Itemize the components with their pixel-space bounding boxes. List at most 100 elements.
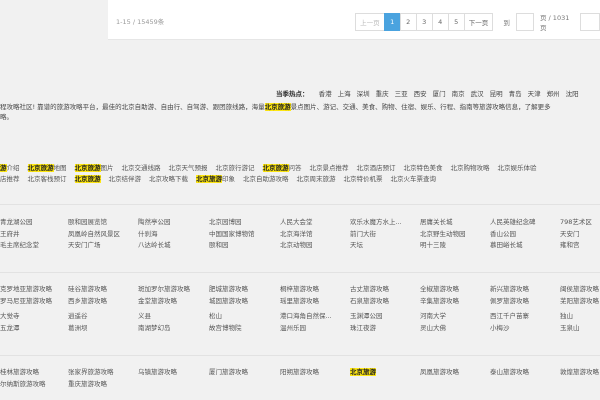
related-link[interactable]: 北京周末旅游	[297, 175, 336, 183]
prev-page-button[interactable]: 上一页	[355, 13, 385, 31]
hot-city-link[interactable]: 南京	[452, 90, 465, 98]
related-link[interactable]: 北京客栈预订	[28, 175, 67, 183]
related-link[interactable]: 北京交通线路	[122, 164, 161, 172]
related-link[interactable]: 北京景点推荐	[310, 164, 349, 172]
spot-link[interactable]: 松山	[209, 310, 222, 320]
spot-link[interactable]: 逍遥谷	[68, 310, 88, 320]
related-link[interactable]: 北京自助游攻略	[243, 175, 289, 183]
attraction-link[interactable]: 明十三陵	[420, 239, 446, 249]
hot-city-link[interactable]: 香港	[319, 90, 332, 98]
related-link[interactable]: 北京火车票查询	[391, 175, 437, 183]
page-button-1[interactable]: 1	[383, 13, 401, 31]
attraction-link[interactable]: 人民大会堂	[280, 216, 313, 226]
attraction-link[interactable]: 凤凰岭自然风景区	[68, 228, 120, 238]
guide-link[interactable]: 桐梓旅游攻略	[280, 283, 319, 293]
attraction-link[interactable]: 青龙湖公园	[0, 216, 33, 226]
hot-city-link[interactable]: 厦门	[433, 90, 446, 98]
spot-link[interactable]: 玉泉山	[560, 322, 580, 332]
guide-link[interactable]: 斑加罗尔旅游攻略	[138, 283, 190, 293]
spot-link[interactable]: 珠江夜游	[350, 322, 376, 332]
attraction-link[interactable]: 王府井	[0, 228, 20, 238]
hot-city-link[interactable]: 天津	[528, 90, 541, 98]
hot-city-link[interactable]: 上海	[338, 90, 351, 98]
attraction-link[interactable]: 前门大街	[350, 228, 376, 238]
page-button-4[interactable]: 4	[431, 13, 449, 31]
spot-link[interactable]: 玉渊潭公园	[350, 310, 383, 320]
spot-link[interactable]: 灵山大佛	[420, 322, 446, 332]
spot-link[interactable]: 故宫博物院	[209, 322, 242, 332]
related-link[interactable]: 北京攻略下载	[149, 175, 188, 183]
guide-link[interactable]: 张家界旅游攻略	[68, 366, 114, 376]
guide-link[interactable]: 硅谷旅游攻略	[68, 283, 107, 293]
guide-link[interactable]: 阳朔旅游攻略	[280, 366, 319, 376]
guide-link[interactable]: 敦煌旅游攻略	[560, 366, 599, 376]
attraction-link[interactable]: 天安门广场	[68, 239, 101, 249]
attraction-link[interactable]: 居庸关长城	[420, 216, 453, 226]
guide-link[interactable]: 肥城旅游攻略	[209, 283, 248, 293]
related-link[interactable]: 北京酒店预订	[357, 164, 396, 172]
guide-link[interactable]: 西乡旅游攻略	[68, 295, 107, 305]
guide-link[interactable]: 金堂旅游攻略	[138, 295, 177, 305]
related-link[interactable]: 北京旅游问答	[262, 164, 302, 172]
attraction-link[interactable]: 什刹海	[138, 228, 158, 238]
guide-link[interactable]: 佩罗旅游攻略	[490, 295, 529, 305]
page-button-3[interactable]: 3	[415, 13, 433, 31]
related-link[interactable]: 北京特色美食	[404, 164, 443, 172]
attraction-link[interactable]: 北京野生动物园	[420, 228, 466, 238]
attraction-link[interactable]: 北京动物园	[280, 239, 313, 249]
related-link[interactable]: 北京结伴游	[109, 175, 142, 183]
hot-city-link[interactable]: 西安	[414, 90, 427, 98]
guide-link[interactable]: 全椒旅游攻略	[420, 283, 459, 293]
guide-link[interactable]: 重庆旅游攻略	[68, 378, 107, 388]
spot-link[interactable]: 西江千户苗寨	[490, 310, 529, 320]
related-link[interactable]: 北京旅游	[74, 175, 101, 183]
attraction-link[interactable]: 北京园博园	[209, 216, 242, 226]
hot-city-link[interactable]: 三亚	[395, 90, 408, 98]
related-link[interactable]: 北京天气预报	[169, 164, 208, 172]
related-link[interactable]: 北京购物攻略	[451, 164, 490, 172]
spot-link[interactable]: 温州乐园	[280, 322, 306, 332]
attraction-link[interactable]: 慕田峪长城	[490, 239, 523, 249]
guide-link[interactable]: 尔纳斯旅游攻略	[0, 378, 46, 388]
spot-link[interactable]: 港口海角自然保...	[280, 310, 332, 320]
attraction-link[interactable]: 中国国家博物馆	[209, 228, 255, 238]
related-link[interactable]: 北京旅游印象	[196, 175, 235, 183]
related-link[interactable]: 北京娱乐体验	[498, 164, 537, 172]
spot-link[interactable]: 独山	[560, 310, 573, 320]
hot-city-link[interactable]: 重庆	[376, 90, 389, 98]
attraction-link[interactable]: 颐和园展览馆	[68, 216, 107, 226]
hot-city-link[interactable]: 沈阳	[566, 90, 579, 98]
hot-city-link[interactable]: 昆明	[490, 90, 503, 98]
related-link[interactable]: 北京旅游图片	[74, 164, 114, 172]
guide-link[interactable]: 新兴旅游攻略	[490, 283, 529, 293]
attraction-link[interactable]: 毛主席纪念堂	[0, 239, 39, 249]
guide-link[interactable]: 乌镇旅游攻略	[138, 366, 177, 376]
spot-link[interactable]: 小梅沙	[490, 322, 510, 332]
guide-link[interactable]: 厦门旅游攻略	[209, 366, 248, 376]
go-button[interactable]	[580, 13, 600, 31]
attraction-link[interactable]: 陶然亭公园	[138, 216, 171, 226]
spot-link[interactable]: 河南大学	[420, 310, 446, 320]
spot-link[interactable]: 五龙潭	[0, 322, 20, 332]
related-link[interactable]: 北京旅游地图	[27, 164, 67, 172]
attraction-link[interactable]: 天坛	[350, 239, 363, 249]
related-link[interactable]: 北京旅行游记	[216, 164, 255, 172]
attraction-link[interactable]: 八达岭长城	[138, 239, 171, 249]
guide-link[interactable]: 罗马尼亚旅游攻略	[0, 295, 52, 305]
spot-link[interactable]: 大觉寺	[0, 310, 20, 320]
related-link[interactable]: 店推荐	[0, 175, 20, 183]
guide-link[interactable]: 城固旅游攻略	[209, 295, 248, 305]
hot-city-link[interactable]: 深圳	[357, 90, 370, 98]
attraction-link[interactable]: 香山公园	[490, 228, 516, 238]
guide-link[interactable]: 石泉旅游攻略	[350, 295, 389, 305]
guide-link[interactable]: 辛集旅游攻略	[420, 295, 459, 305]
next-page-button[interactable]: 下一页	[463, 13, 494, 31]
guide-link[interactable]: 北京旅游	[350, 366, 376, 376]
attraction-link[interactable]: 颐和园	[209, 239, 229, 249]
page-button-5[interactable]: 5	[447, 13, 465, 31]
guide-link[interactable]: 闽侯旅游攻略	[560, 283, 599, 293]
spot-link[interactable]: 南湖梦幻岛	[138, 322, 171, 332]
guide-link[interactable]: 泰山旅游攻略	[490, 366, 529, 376]
attraction-link[interactable]: 天安门	[560, 228, 580, 238]
spot-link[interactable]: 葛洲坝	[68, 322, 88, 332]
